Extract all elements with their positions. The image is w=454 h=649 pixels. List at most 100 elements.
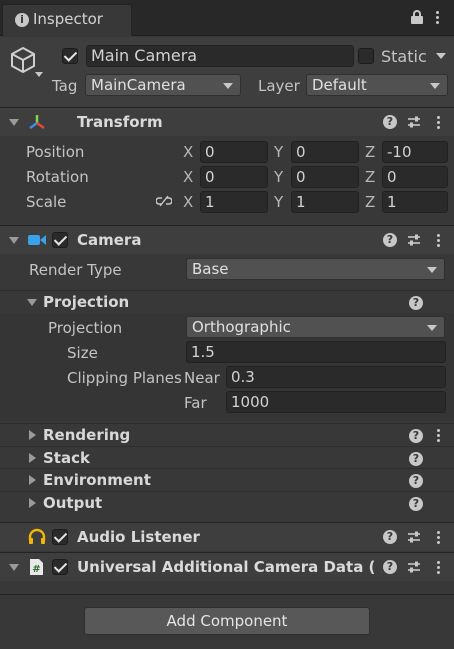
urp-camera-data-title: Universal Additional Camera Data (Sc	[77, 558, 375, 576]
object-name-input[interactable]: Main Camera	[86, 45, 354, 67]
svg-text:#: #	[32, 564, 40, 575]
camera-title: Camera	[77, 231, 142, 249]
help-icon[interactable]: ?	[383, 233, 397, 247]
chevron-down-icon	[427, 325, 437, 331]
scale-z-axis: Z	[365, 193, 376, 211]
audio-listener-title: Audio Listener	[77, 528, 200, 546]
script-icon: #	[30, 559, 43, 575]
rotation-y-input[interactable]: 0	[291, 166, 359, 188]
info-icon: i	[15, 13, 29, 27]
rendering-section-title: Rendering	[43, 426, 131, 444]
component-menu-icon[interactable]	[437, 561, 440, 574]
fold-arrow-icon[interactable]	[9, 564, 19, 571]
static-label: Static	[381, 47, 427, 66]
rotation-z-axis: Z	[365, 168, 376, 186]
fold-arrow-icon[interactable]	[29, 453, 36, 463]
urp-camera-data-header[interactable]: # Universal Additional Camera Data (Sc ?	[0, 552, 454, 581]
layer-value: Default	[312, 76, 367, 94]
presets-icon[interactable]	[407, 115, 421, 129]
fold-arrow-icon[interactable]	[29, 475, 36, 485]
chevron-down-icon	[223, 83, 233, 89]
tab-menu-icon[interactable]	[436, 11, 439, 24]
scale-y-axis: Y	[274, 193, 284, 211]
projection-value: Orthographic	[192, 318, 291, 336]
stack-section-header[interactable]: Stack ?	[0, 446, 454, 469]
help-icon[interactable]: ?	[409, 497, 423, 511]
tab-inspector[interactable]: i Inspector	[2, 4, 132, 36]
output-section-header[interactable]: Output ?	[0, 491, 454, 514]
chevron-down-icon	[430, 83, 440, 89]
help-icon[interactable]: ?	[409, 474, 423, 488]
scale-y-input[interactable]: 1	[291, 191, 359, 213]
component-menu-icon[interactable]	[437, 234, 440, 247]
rotation-y-axis: Y	[274, 168, 284, 186]
size-label: Size	[67, 344, 98, 362]
position-x-input[interactable]: 0	[200, 141, 268, 163]
environment-section-header[interactable]: Environment ?	[0, 468, 454, 491]
fold-arrow-icon[interactable]	[9, 237, 19, 244]
layer-dropdown[interactable]: Default	[306, 74, 448, 96]
static-checkbox[interactable]	[358, 48, 374, 64]
help-icon[interactable]: ?	[383, 530, 397, 544]
projection-section-title: Projection	[43, 293, 130, 311]
scale-x-input[interactable]: 1	[200, 191, 268, 213]
render-type-value: Base	[192, 260, 229, 278]
help-icon[interactable]: ?	[409, 296, 423, 310]
audio-listener-enabled-checkbox[interactable]	[52, 529, 68, 545]
render-type-dropdown[interactable]: Base	[186, 258, 445, 280]
rotation-x-axis: X	[183, 168, 194, 186]
help-icon[interactable]: ?	[383, 560, 397, 574]
rendering-section-header[interactable]: Rendering ?	[0, 423, 454, 446]
environment-section-title: Environment	[43, 471, 151, 489]
far-label: Far	[184, 394, 207, 412]
presets-icon[interactable]	[407, 560, 421, 574]
help-icon[interactable]: ?	[409, 452, 423, 466]
inspector-divider	[0, 594, 454, 595]
scale-label: Scale	[26, 193, 67, 211]
component-menu-icon[interactable]	[437, 116, 440, 129]
fold-arrow-icon[interactable]	[9, 119, 19, 126]
far-input[interactable]: 1000	[226, 391, 446, 413]
near-label: Near	[184, 369, 220, 387]
position-y-input[interactable]: 0	[291, 141, 359, 163]
render-type-label: Render Type	[29, 261, 122, 279]
icon-dropdown-arrow[interactable]	[35, 72, 43, 77]
tag-dropdown[interactable]: MainCamera	[85, 74, 241, 96]
transform-axes-icon	[29, 115, 45, 130]
rotation-x-input[interactable]: 0	[200, 166, 268, 188]
fold-arrow-icon[interactable]	[27, 299, 37, 306]
scale-z-input[interactable]: 1	[382, 191, 448, 213]
rotation-z-input[interactable]: 0	[382, 166, 448, 188]
transform-header[interactable]: Transform ?	[0, 107, 454, 136]
output-section-title: Output	[43, 494, 103, 512]
component-menu-icon[interactable]	[437, 531, 440, 544]
position-label: Position	[26, 143, 85, 161]
urp-camera-data-enabled-checkbox[interactable]	[52, 559, 68, 575]
help-icon[interactable]: ?	[409, 429, 423, 443]
scale-x-axis: X	[183, 193, 194, 211]
static-dropdown-arrow[interactable]	[436, 53, 446, 59]
size-input[interactable]: 1.5	[186, 341, 446, 363]
position-x-axis: X	[183, 143, 194, 161]
near-input[interactable]: 0.3	[226, 366, 446, 388]
position-z-input[interactable]: -10	[382, 141, 448, 163]
rotation-label: Rotation	[26, 168, 89, 186]
camera-enabled-checkbox[interactable]	[52, 232, 68, 248]
fold-arrow-icon[interactable]	[29, 498, 36, 508]
audio-listener-header[interactable]: Audio Listener ?	[0, 522, 454, 551]
help-icon[interactable]: ?	[383, 115, 397, 129]
layer-label: Layer	[258, 77, 300, 95]
presets-icon[interactable]	[407, 530, 421, 544]
lock-icon[interactable]	[411, 10, 423, 24]
presets-icon[interactable]	[407, 233, 421, 247]
camera-header[interactable]: Camera ?	[0, 225, 454, 254]
projection-dropdown[interactable]: Orthographic	[186, 316, 445, 338]
add-component-button[interactable]: Add Component	[84, 607, 370, 635]
projection-section-header[interactable]: Projection ?	[0, 290, 454, 313]
section-menu-icon[interactable]	[437, 429, 440, 442]
constrain-proportions-icon[interactable]	[156, 195, 172, 207]
position-z-axis: Z	[365, 143, 376, 161]
fold-arrow-icon[interactable]	[29, 430, 36, 440]
active-checkbox[interactable]	[62, 48, 78, 64]
tag-value: MainCamera	[91, 76, 186, 94]
